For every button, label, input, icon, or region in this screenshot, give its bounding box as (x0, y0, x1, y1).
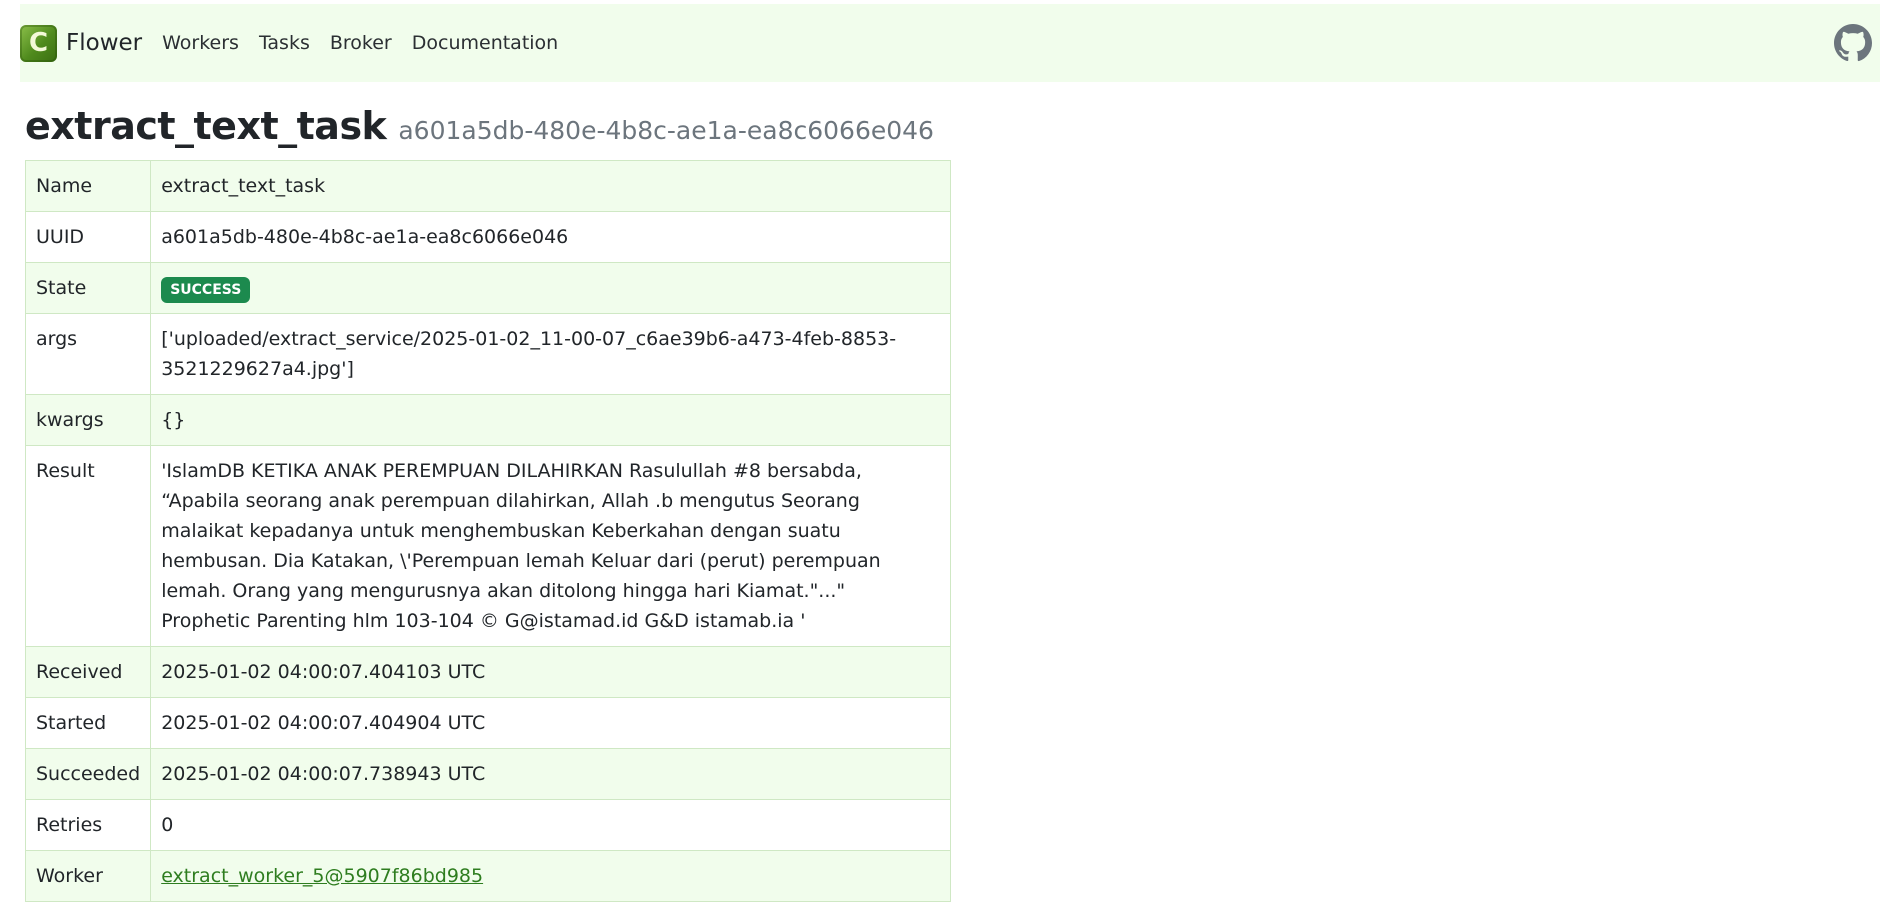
table-row: kwargs {} (24, 394, 951, 446)
table-row: Started 2025-01-02 04:00:07.404904 UTC (24, 697, 951, 749)
flower-logo-icon: C (20, 24, 57, 62)
nav-link-broker[interactable]: Broker (330, 32, 392, 54)
nav-link-workers[interactable]: Workers (162, 32, 239, 54)
row-label-retries: Retries (24, 799, 152, 851)
row-label-uuid: UUID (24, 211, 152, 263)
table-row: Succeeded 2025-01-02 04:00:07.738943 UTC (24, 748, 951, 800)
row-label-succeeded: Succeeded (24, 748, 152, 800)
row-value-succeeded: 2025-01-02 04:00:07.738943 UTC (150, 748, 951, 800)
row-label-name: Name (24, 160, 152, 212)
row-label-received: Received (24, 646, 152, 698)
row-label-worker: Worker (24, 850, 152, 902)
row-label-started: Started (24, 697, 152, 749)
row-value-worker: extract_worker_5@5907f86bd985 (150, 850, 951, 902)
nav-link-documentation[interactable]: Documentation (412, 32, 558, 54)
table-row: UUID a601a5db-480e-4b8c-ae1a-ea8c6066e04… (24, 211, 951, 263)
brand-name: Flower (66, 30, 143, 56)
row-value-name: extract_text_task (150, 160, 951, 212)
row-value-state: SUCCESS (150, 262, 951, 314)
table-row: State SUCCESS (24, 262, 951, 314)
worker-link[interactable]: extract_worker_5@5907f86bd985 (161, 865, 483, 887)
status-badge: SUCCESS (161, 277, 251, 303)
table-row: Result 'IslamDB KETIKA ANAK PEREMPUAN DI… (24, 445, 951, 647)
row-value-kwargs: {} (150, 394, 951, 446)
page-heading: extract_text_task a601a5db-480e-4b8c-ae1… (25, 104, 934, 148)
table-row: Retries 0 (24, 799, 951, 851)
brand-link[interactable]: C Flower (20, 24, 143, 62)
table-row: Received 2025-01-02 04:00:07.404103 UTC (24, 646, 951, 698)
row-value-started: 2025-01-02 04:00:07.404904 UTC (150, 697, 951, 749)
github-icon[interactable] (1834, 24, 1872, 62)
row-label-kwargs: kwargs (24, 394, 152, 446)
top-navbar: C Flower Workers Tasks Broker Documentat… (20, 4, 1880, 82)
nav-links: Workers Tasks Broker Documentation (162, 32, 578, 54)
row-value-retries: 0 (150, 799, 951, 851)
task-details-table: Name extract_text_task UUID a601a5db-480… (24, 160, 951, 902)
row-label-result: Result (24, 445, 152, 647)
task-uuid-subtitle: a601a5db-480e-4b8c-ae1a-ea8c6066e046 (398, 116, 934, 145)
row-value-received: 2025-01-02 04:00:07.404103 UTC (150, 646, 951, 698)
table-row: Name extract_text_task (24, 160, 951, 212)
row-label-state: State (24, 262, 152, 314)
table-row: Worker extract_worker_5@5907f86bd985 (24, 850, 951, 902)
row-label-args: args (24, 313, 152, 395)
row-value-args: ['uploaded/extract_service/2025-01-02_11… (150, 313, 951, 395)
nav-link-tasks[interactable]: Tasks (259, 32, 310, 54)
table-row: args ['uploaded/extract_service/2025-01-… (24, 313, 951, 395)
row-value-result: 'IslamDB KETIKA ANAK PEREMPUAN DILAHIRKA… (150, 445, 951, 647)
row-value-uuid: a601a5db-480e-4b8c-ae1a-ea8c6066e046 (150, 211, 951, 263)
task-name-title: extract_text_task (25, 104, 387, 148)
